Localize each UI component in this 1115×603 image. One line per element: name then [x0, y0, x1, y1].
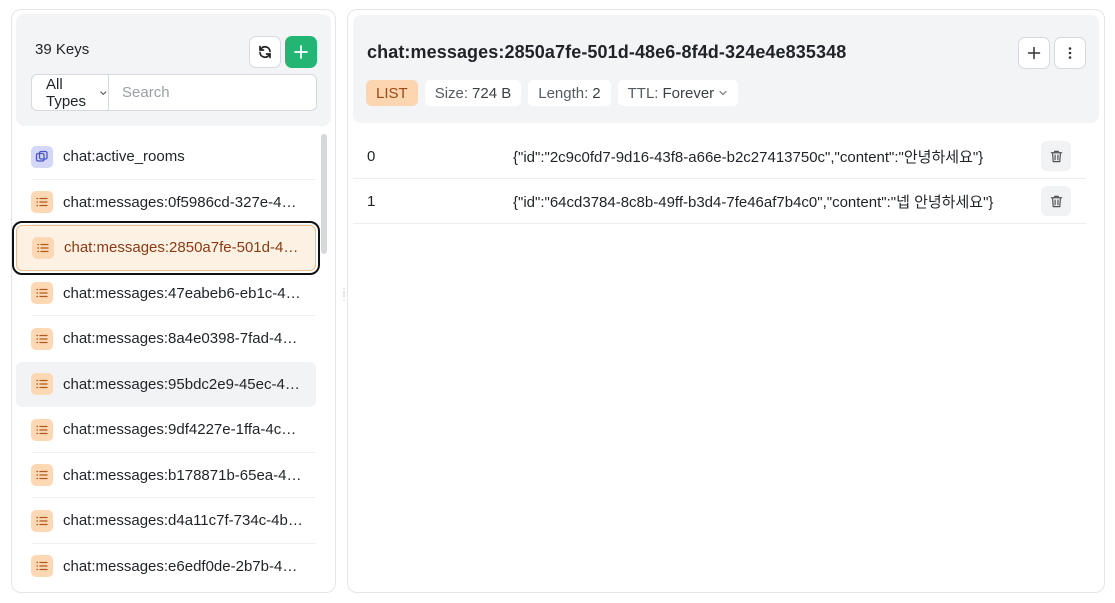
- key-detail-header: chat:messages:2850a7fe-501d-48e6-8f4d-32…: [353, 15, 1099, 123]
- list-type-icon: [31, 418, 53, 441]
- key-label: chat:messages:e6edf0de-2b7b-4e5a-9c1d-8f…: [63, 557, 303, 575]
- size-value: 724 B: [472, 84, 512, 102]
- panel-resize-handle[interactable]: ⋮ ⋮: [339, 288, 349, 306]
- length-badge: Length: 2: [528, 80, 611, 106]
- table-row[interactable]: 1 {"id":"64cd3784-8c8b-49ff-b3d4-7fe46af…: [353, 179, 1086, 224]
- type-filter-value: All Types: [46, 75, 87, 110]
- key-item-selected[interactable]: chat:messages:2850a7fe-501d-48e6-8f4d-32…: [12, 221, 320, 275]
- ttl-badge[interactable]: TTL: Forever: [617, 80, 739, 106]
- list-type-icon: [31, 327, 53, 350]
- key-label: chat:messages:2850a7fe-501d-48e6-8f4d-32…: [64, 239, 304, 257]
- ttl-label: TTL:: [627, 84, 659, 102]
- chevron-down-icon: [719, 90, 727, 96]
- more-vertical-icon: [1068, 47, 1072, 59]
- key-item[interactable]: chat:active_rooms: [16, 134, 316, 180]
- key-label: chat:active_rooms: [63, 148, 185, 166]
- filter-row: All Types: [31, 74, 322, 111]
- item-index: 1: [367, 192, 376, 210]
- set-type-icon: [31, 145, 53, 168]
- key-item[interactable]: chat:messages:0f5986cd-327e-4c2a-9b1e-7d…: [16, 180, 316, 225]
- key-item[interactable]: chat:messages:e6edf0de-2b7b-4e5a-9c1d-8f…: [16, 544, 316, 590]
- size-label: Size:: [434, 84, 469, 102]
- key-meta-badges: LIST Size: 724 B Length: 2 TTL: Forever: [366, 80, 739, 106]
- item-value[interactable]: {"id":"2c9c0fd7-9d16-43f8-a66e-b2c274137…: [513, 146, 1009, 167]
- table-row[interactable]: 0 {"id":"2c9c0fd7-9d16-43f8-a66e-b2c2741…: [353, 134, 1086, 179]
- type-badge: LIST: [366, 80, 418, 106]
- key-list: chat:active_rooms chat:messages:0f5986cd…: [12, 134, 320, 590]
- delete-item-button[interactable]: [1041, 186, 1071, 216]
- refresh-button[interactable]: [249, 36, 281, 68]
- delete-item-button[interactable]: [1041, 141, 1071, 171]
- key-label: chat:messages:b178871b-65ea-4d9c-8f3a-1b…: [63, 466, 303, 484]
- list-type-icon: [31, 509, 53, 532]
- size-badge: Size: 724 B: [424, 80, 522, 106]
- list-type-icon: [32, 236, 54, 259]
- key-item[interactable]: chat:messages:b178871b-65ea-4d9c-8f3a-1b…: [16, 453, 316, 498]
- trash-icon: [1050, 195, 1062, 207]
- more-options-button[interactable]: [1054, 37, 1086, 69]
- list-type-icon: [31, 373, 53, 396]
- key-browser-header: 39 Keys All Types: [16, 14, 331, 126]
- list-type-icon: [31, 555, 53, 578]
- key-item[interactable]: chat:messages:47eabeb6-eb1c-4a3f-8d2e-5f…: [16, 271, 316, 316]
- ttl-value: Forever: [662, 84, 715, 102]
- key-label: chat:messages:0f5986cd-327e-4c2a-9b1e-7d…: [63, 193, 303, 211]
- key-item[interactable]: chat:messages:d4a11c7f-734c-4b2e-a9d8-5c…: [16, 498, 316, 544]
- key-label: chat:messages:47eabeb6-eb1c-4a3f-8d2e-5f…: [63, 284, 303, 302]
- add-key-button[interactable]: [285, 36, 317, 68]
- length-label: Length:: [538, 84, 589, 102]
- key-detail-panel: chat:messages:2850a7fe-501d-48e6-8f4d-32…: [347, 9, 1105, 593]
- key-list-scrollbar[interactable]: [321, 134, 327, 254]
- list-type-icon: [31, 191, 53, 214]
- key-label: chat:messages:8a4e0398-7fad-4e1b-a6c3-2d…: [63, 330, 303, 348]
- key-item-hovered[interactable]: chat:messages:95bdc2e9-45ec-4f7a-b8d1-3e…: [16, 361, 316, 407]
- key-item[interactable]: chat:messages:9df4227e-1ffa-4c8d-9e2b-6a…: [16, 407, 316, 453]
- item-index: 0: [367, 147, 376, 165]
- type-filter-select[interactable]: All Types: [32, 75, 110, 110]
- add-item-button[interactable]: [1018, 37, 1050, 69]
- list-items-table: 0 {"id":"2c9c0fd7-9d16-43f8-a66e-b2c2741…: [353, 134, 1086, 224]
- key-label: chat:messages:d4a11c7f-734c-4b2e-a9d8-5c…: [63, 512, 303, 530]
- key-item[interactable]: chat:messages:8a4e0398-7fad-4e1b-a6c3-2d…: [16, 316, 316, 362]
- search-input[interactable]: [109, 75, 322, 110]
- chevron-down-icon: [100, 90, 107, 95]
- key-browser-panel: 39 Keys All Types Search chat:active_roo…: [11, 9, 336, 593]
- list-type-icon: [31, 282, 53, 305]
- list-type-icon: [31, 464, 53, 487]
- plus-icon: [294, 45, 308, 59]
- refresh-icon: [259, 45, 271, 59]
- trash-icon: [1050, 150, 1062, 162]
- keys-count: 39 Keys: [35, 41, 90, 58]
- plus-icon: [1027, 46, 1041, 60]
- length-value: 2: [592, 84, 601, 102]
- key-label: chat:messages:9df4227e-1ffa-4c8d-9e2b-6a…: [63, 421, 303, 439]
- key-title: chat:messages:2850a7fe-501d-48e6-8f4d-32…: [367, 42, 847, 62]
- key-label: chat:messages:95bdc2e9-45ec-4f7a-b8d1-3e…: [63, 375, 303, 393]
- item-value[interactable]: {"id":"64cd3784-8c8b-49ff-b3d4-7fe46af7b…: [513, 191, 1009, 212]
